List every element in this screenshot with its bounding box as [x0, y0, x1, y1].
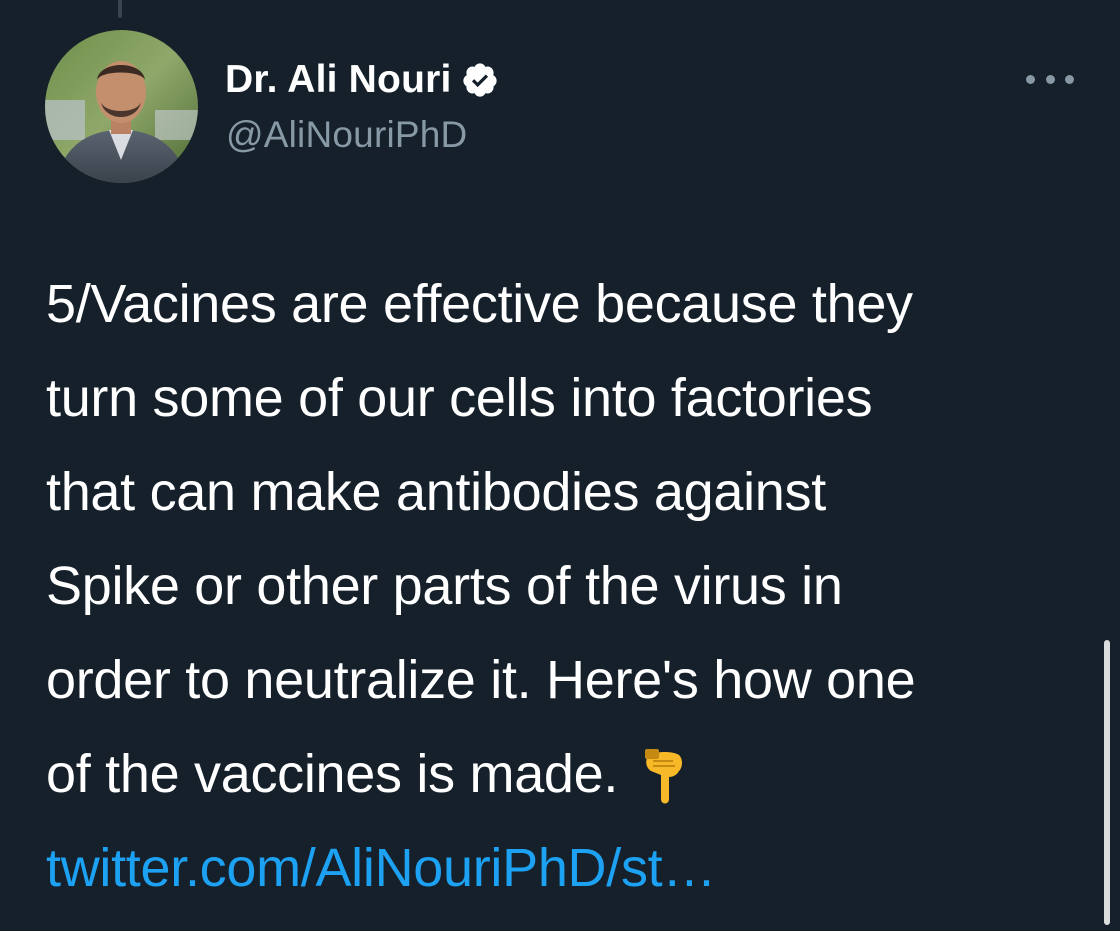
- author-name-row[interactable]: Dr. Ali Nouri: [225, 56, 499, 104]
- author-display-name[interactable]: Dr. Ali Nouri: [225, 56, 452, 104]
- more-horizontal-icon-dot: [1065, 74, 1074, 84]
- tweet-text-line: turn some of our cells into factories: [46, 368, 873, 428]
- scrollbar[interactable]: [1104, 640, 1110, 925]
- more-horizontal-icon: [1026, 74, 1035, 84]
- more-options-button[interactable]: [1026, 64, 1074, 94]
- tweet-text-line: order to neutralize it. Here's how one: [46, 650, 916, 710]
- verified-badge-icon: [461, 61, 499, 99]
- thread-connector-line: [118, 0, 122, 18]
- tweet-text-line: 5/Vacines are effective because they: [46, 274, 913, 334]
- more-horizontal-icon-dot: [1045, 74, 1055, 84]
- tweet-body: 5/Vacines are effective because they tur…: [46, 257, 1086, 915]
- tweet-text-line: that can make antibodies against: [46, 462, 826, 522]
- tweet-text-line-with-emoji: of the vaccines is made.: [46, 727, 1086, 821]
- author-handle[interactable]: @AliNouriPhD: [226, 112, 467, 158]
- tweet-link-line: twitter.com/AliNouriPhD/st…: [46, 821, 1086, 915]
- tweet-text-fragment: of the vaccines is made.: [46, 744, 619, 804]
- author-avatar[interactable]: [45, 30, 198, 183]
- avatar-photo: [45, 30, 198, 183]
- tweet-text-line: Spike or other parts of the virus in: [46, 556, 843, 616]
- tweet-link[interactable]: twitter.com/AliNouriPhD/st…: [46, 838, 716, 898]
- pointing-down-emoji-icon: [643, 742, 687, 804]
